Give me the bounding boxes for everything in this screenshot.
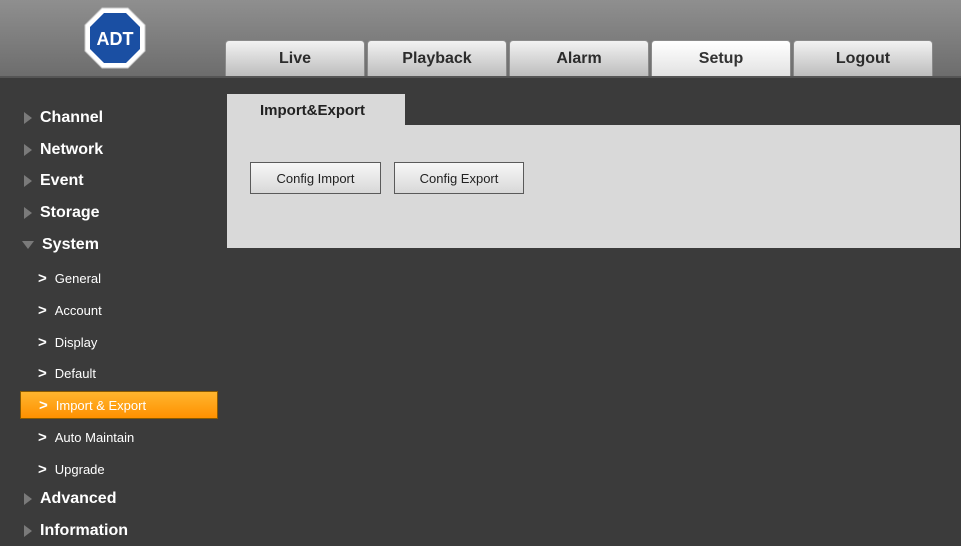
chevron-right-icon: > [38,301,47,319]
expanded-arrow-icon [22,241,34,249]
import-export-panel: Config Import Config Export [227,125,960,248]
sidebar-category-event[interactable]: Event [22,169,84,193]
sidebar-item-label: Import & Export [55,397,147,413]
collapsed-arrow-icon [24,207,32,219]
collapsed-arrow-icon [24,175,32,187]
category-label: Network [40,141,104,158]
sidebar-item-account[interactable]: > Account [20,296,218,324]
import-export-tab[interactable]: Import&Export [227,94,405,126]
sidebar-item-label: Upgrade [54,461,105,477]
tab-setup[interactable]: Setup [651,40,791,76]
sidebar-item-general[interactable]: > General [20,264,218,292]
sidebar-item-display[interactable]: > Display [20,328,218,356]
sidebar-category-advanced[interactable]: Advanced [22,487,116,511]
collapsed-arrow-icon [24,112,32,124]
collapsed-arrow-icon [24,493,32,505]
sidebar-item-label: Default [54,365,96,381]
sidebar-item-import-export[interactable]: > Import & Export [20,391,218,419]
sidebar-item-label: Display [54,334,98,350]
adt-logo: ADT [84,7,146,69]
config-export-button[interactable]: Config Export [394,162,524,194]
sidebar-item-auto-maintain[interactable]: > Auto Maintain [20,423,218,451]
logo-text: ADT [97,29,134,49]
sidebar-item-upgrade[interactable]: > Upgrade [20,455,218,483]
chevron-right-icon: > [38,333,47,351]
category-label: Channel [40,109,104,126]
tab-logout[interactable]: Logout [793,40,933,76]
collapsed-arrow-icon [24,144,32,156]
setup-sidebar: Channel Network Event Storage System > G… [0,78,222,546]
category-label: Storage [40,204,100,221]
tab-alarm[interactable]: Alarm [509,40,649,76]
sidebar-category-channel[interactable]: Channel [22,106,103,130]
sidebar-category-system[interactable]: System [22,233,99,257]
sidebar-category-information[interactable]: Information [22,519,128,543]
chevron-right-icon: > [39,396,48,414]
sidebar-item-default[interactable]: > Default [20,359,218,387]
category-label: Information [40,522,128,539]
tab-live[interactable]: Live [225,40,365,76]
sidebar-category-network[interactable]: Network [22,138,103,162]
sidebar-item-label: General [54,270,102,286]
category-label: System [42,236,99,253]
chevron-right-icon: > [38,428,47,446]
top-header: ADT Live Playback Alarm Setup Logout [0,0,961,76]
sidebar-item-label: Account [54,302,102,318]
collapsed-arrow-icon [24,525,32,537]
chevron-right-icon: > [38,269,47,287]
sidebar-item-label: Auto Maintain [54,429,135,445]
category-label: Advanced [40,490,117,507]
tab-playback[interactable]: Playback [367,40,507,76]
chevron-right-icon: > [38,460,47,478]
category-label: Event [40,172,84,189]
chevron-right-icon: > [38,364,47,382]
config-import-button[interactable]: Config Import [250,162,381,194]
sidebar-category-storage[interactable]: Storage [22,201,100,225]
